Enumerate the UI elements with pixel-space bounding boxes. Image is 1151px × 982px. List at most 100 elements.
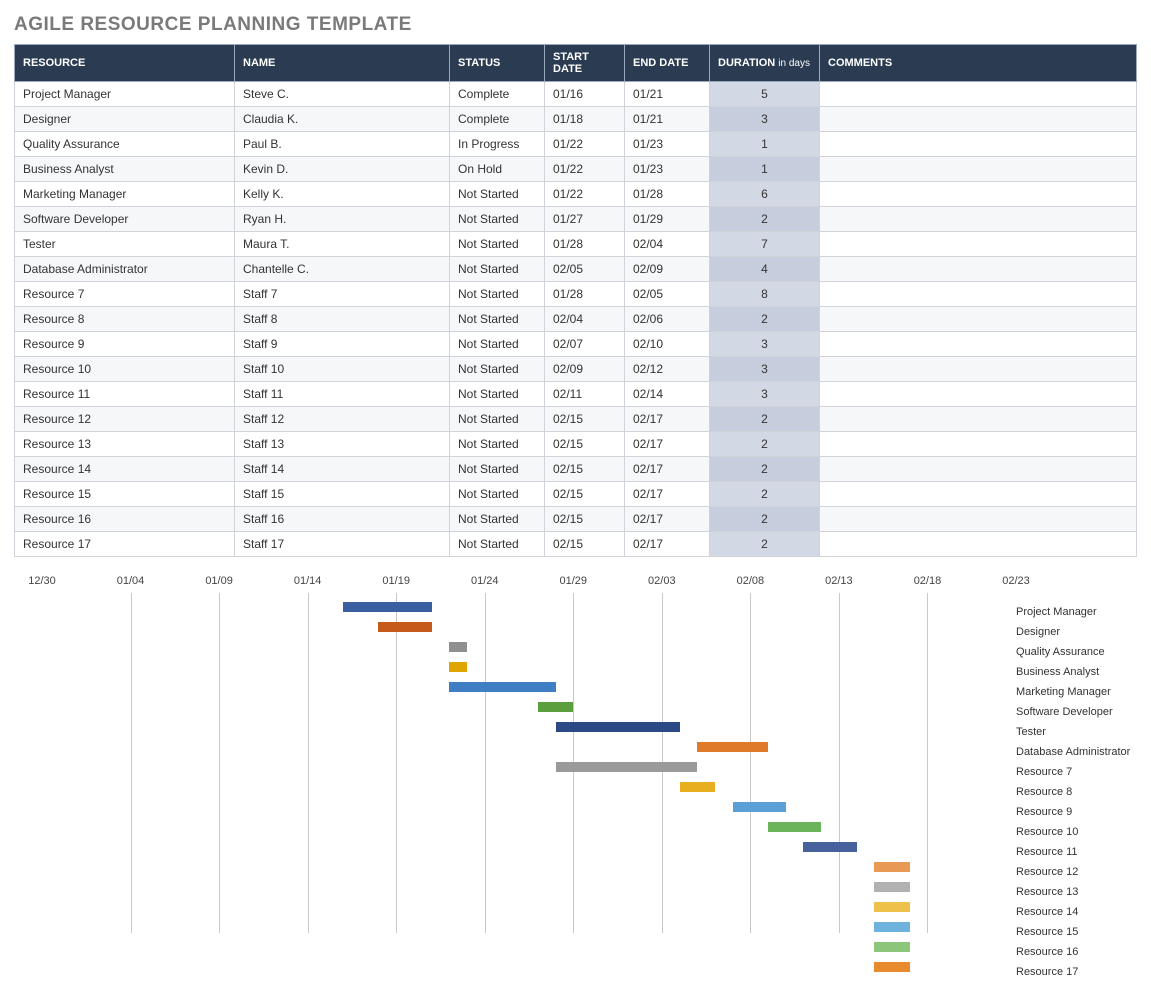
table-row[interactable]: Resource 11Staff 11Not Started02/1102/14…	[15, 382, 1137, 407]
cell-duration[interactable]: 2	[710, 407, 820, 432]
table-row[interactable]: Quality AssurancePaul B.In Progress01/22…	[15, 132, 1137, 157]
cell-status[interactable]: Not Started	[450, 407, 545, 432]
cell-comments[interactable]	[820, 332, 1137, 357]
cell-status[interactable]: Not Started	[450, 332, 545, 357]
cell-end[interactable]: 02/17	[625, 457, 710, 482]
cell-duration[interactable]: 3	[710, 357, 820, 382]
cell-status[interactable]: Not Started	[450, 257, 545, 282]
table-row[interactable]: Resource 17Staff 17Not Started02/1502/17…	[15, 532, 1137, 557]
header-status[interactable]: STATUS	[450, 45, 545, 82]
cell-resource[interactable]: Designer	[15, 107, 235, 132]
cell-status[interactable]: Not Started	[450, 282, 545, 307]
cell-resource[interactable]: Project Manager	[15, 82, 235, 107]
cell-end[interactable]: 02/14	[625, 382, 710, 407]
cell-start[interactable]: 02/15	[545, 432, 625, 457]
cell-comments[interactable]	[820, 307, 1137, 332]
cell-comments[interactable]	[820, 407, 1137, 432]
cell-resource[interactable]: Business Analyst	[15, 157, 235, 182]
cell-comments[interactable]	[820, 432, 1137, 457]
cell-comments[interactable]	[820, 482, 1137, 507]
cell-name[interactable]: Staff 15	[235, 482, 450, 507]
table-row[interactable]: Project ManagerSteve C.Complete01/1601/2…	[15, 82, 1137, 107]
cell-duration[interactable]: 2	[710, 457, 820, 482]
cell-status[interactable]: Not Started	[450, 182, 545, 207]
cell-name[interactable]: Staff 8	[235, 307, 450, 332]
cell-start[interactable]: 02/15	[545, 507, 625, 532]
cell-status[interactable]: Not Started	[450, 507, 545, 532]
cell-start[interactable]: 01/27	[545, 207, 625, 232]
cell-start[interactable]: 01/18	[545, 107, 625, 132]
cell-end[interactable]: 01/23	[625, 132, 710, 157]
cell-duration[interactable]: 3	[710, 107, 820, 132]
cell-start[interactable]: 02/05	[545, 257, 625, 282]
cell-resource[interactable]: Quality Assurance	[15, 132, 235, 157]
cell-comments[interactable]	[820, 207, 1137, 232]
table-row[interactable]: Business AnalystKevin D.On Hold01/2201/2…	[15, 157, 1137, 182]
cell-end[interactable]: 01/21	[625, 107, 710, 132]
cell-name[interactable]: Staff 16	[235, 507, 450, 532]
cell-duration[interactable]: 1	[710, 132, 820, 157]
cell-end[interactable]: 02/12	[625, 357, 710, 382]
cell-comments[interactable]	[820, 357, 1137, 382]
cell-name[interactable]: Staff 9	[235, 332, 450, 357]
cell-duration[interactable]: 1	[710, 157, 820, 182]
cell-start[interactable]: 02/11	[545, 382, 625, 407]
cell-status[interactable]: Not Started	[450, 457, 545, 482]
cell-end[interactable]: 02/05	[625, 282, 710, 307]
cell-name[interactable]: Staff 12	[235, 407, 450, 432]
cell-duration[interactable]: 7	[710, 232, 820, 257]
cell-start[interactable]: 02/09	[545, 357, 625, 382]
cell-name[interactable]: Staff 11	[235, 382, 450, 407]
cell-duration[interactable]: 2	[710, 532, 820, 557]
cell-resource[interactable]: Resource 16	[15, 507, 235, 532]
table-row[interactable]: Resource 13Staff 13Not Started02/1502/17…	[15, 432, 1137, 457]
cell-duration[interactable]: 2	[710, 432, 820, 457]
cell-duration[interactable]: 8	[710, 282, 820, 307]
cell-status[interactable]: Not Started	[450, 357, 545, 382]
cell-end[interactable]: 02/06	[625, 307, 710, 332]
table-row[interactable]: Resource 7Staff 7Not Started01/2802/058	[15, 282, 1137, 307]
cell-resource[interactable]: Tester	[15, 232, 235, 257]
cell-comments[interactable]	[820, 257, 1137, 282]
cell-name[interactable]: Steve C.	[235, 82, 450, 107]
cell-comments[interactable]	[820, 457, 1137, 482]
cell-name[interactable]: Paul B.	[235, 132, 450, 157]
cell-resource[interactable]: Resource 10	[15, 357, 235, 382]
cell-start[interactable]: 01/28	[545, 282, 625, 307]
cell-end[interactable]: 02/17	[625, 407, 710, 432]
cell-resource[interactable]: Resource 8	[15, 307, 235, 332]
cell-end[interactable]: 01/21	[625, 82, 710, 107]
cell-name[interactable]: Staff 10	[235, 357, 450, 382]
cell-end[interactable]: 02/17	[625, 507, 710, 532]
cell-resource[interactable]: Database Administrator	[15, 257, 235, 282]
cell-name[interactable]: Kelly K.	[235, 182, 450, 207]
cell-name[interactable]: Claudia K.	[235, 107, 450, 132]
cell-start[interactable]: 02/15	[545, 482, 625, 507]
cell-resource[interactable]: Resource 15	[15, 482, 235, 507]
cell-status[interactable]: Not Started	[450, 382, 545, 407]
header-name[interactable]: NAME	[235, 45, 450, 82]
cell-status[interactable]: Not Started	[450, 432, 545, 457]
cell-name[interactable]: Staff 14	[235, 457, 450, 482]
cell-duration[interactable]: 4	[710, 257, 820, 282]
cell-resource[interactable]: Software Developer	[15, 207, 235, 232]
cell-status[interactable]: Not Started	[450, 482, 545, 507]
cell-duration[interactable]: 3	[710, 332, 820, 357]
cell-duration[interactable]: 2	[710, 507, 820, 532]
table-row[interactable]: Resource 10Staff 10Not Started02/0902/12…	[15, 357, 1137, 382]
cell-status[interactable]: Complete	[450, 107, 545, 132]
cell-end[interactable]: 02/17	[625, 482, 710, 507]
table-row[interactable]: Database AdministratorChantelle C.Not St…	[15, 257, 1137, 282]
cell-start[interactable]: 02/15	[545, 532, 625, 557]
cell-end[interactable]: 02/09	[625, 257, 710, 282]
cell-end[interactable]: 02/04	[625, 232, 710, 257]
cell-duration[interactable]: 2	[710, 207, 820, 232]
cell-comments[interactable]	[820, 282, 1137, 307]
cell-resource[interactable]: Marketing Manager	[15, 182, 235, 207]
table-row[interactable]: Resource 14Staff 14Not Started02/1502/17…	[15, 457, 1137, 482]
cell-end[interactable]: 02/17	[625, 432, 710, 457]
cell-end[interactable]: 01/23	[625, 157, 710, 182]
cell-end[interactable]: 02/10	[625, 332, 710, 357]
cell-name[interactable]: Staff 13	[235, 432, 450, 457]
cell-comments[interactable]	[820, 157, 1137, 182]
